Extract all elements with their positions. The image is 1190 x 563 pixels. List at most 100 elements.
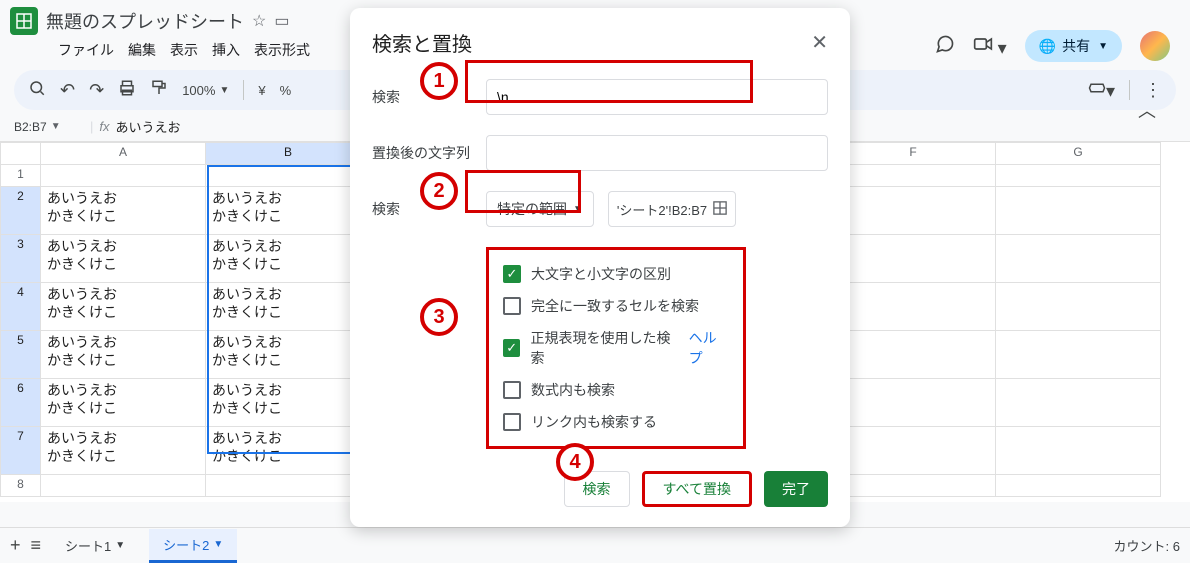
help-link[interactable]: ヘルプ [689,328,729,368]
menu-file[interactable]: ファイル [58,40,114,60]
formula-bar[interactable]: あいうえお [116,117,181,136]
row-header[interactable]: 6 [1,379,41,427]
cell[interactable] [831,379,996,427]
cell[interactable] [996,379,1161,427]
paint-format-icon[interactable] [150,79,168,102]
all-sheets-button[interactable]: ≡ [31,535,42,556]
menu-edit[interactable]: 編集 [128,40,156,60]
cell[interactable] [41,165,206,187]
cell[interactable]: あいうえお かきくけこ [206,379,371,427]
cell[interactable] [206,475,371,497]
cell[interactable] [996,331,1161,379]
cell[interactable] [996,187,1161,235]
redo-icon[interactable]: ↷ [89,80,104,101]
row-header[interactable]: 1 [1,165,41,187]
meet-icon[interactable]: ▾ [973,34,1007,59]
row-header[interactable]: 3 [1,235,41,283]
cell[interactable] [996,475,1161,497]
name-box[interactable]: B2:B7▼ [14,120,84,134]
cell[interactable] [41,475,206,497]
currency-format[interactable]: ¥ [258,83,265,98]
row-header[interactable]: 2 [1,187,41,235]
menu-insert[interactable]: 挿入 [212,40,240,60]
menu-view[interactable]: 表示 [170,40,198,60]
cell[interactable] [831,283,996,331]
option-label: 数式内も検索 [531,380,615,400]
range-input[interactable]: 'シート2'!B2:B7 [608,191,736,227]
col-header-a[interactable]: A [41,143,206,165]
find-input[interactable] [486,79,828,115]
cell[interactable] [831,475,996,497]
sheets-logo-icon [10,7,38,35]
comment-history-icon[interactable] [935,34,955,59]
globe-icon: 🌐 [1039,38,1056,55]
row-header[interactable]: 4 [1,283,41,331]
cell[interactable]: あいうえお かきくけこ [206,283,371,331]
done-button[interactable]: 完了 [764,471,828,507]
replace-all-button[interactable]: すべて置換 [642,471,752,507]
document-title[interactable]: 無題のスプレッドシート [46,8,244,34]
star-icon[interactable]: ☆ [252,11,266,31]
option-row: ✓ 大文字と小文字の区別 [503,258,729,290]
col-header-g[interactable]: G [996,143,1161,165]
close-icon[interactable]: ✕ [811,30,828,55]
checkbox[interactable] [503,381,521,399]
print-icon[interactable] [118,79,136,102]
checkbox[interactable] [503,297,521,315]
cell[interactable] [996,283,1161,331]
cell[interactable] [996,427,1161,475]
move-folder-icon[interactable]: ▭ [274,11,289,31]
row-header[interactable]: 7 [1,427,41,475]
zoom-select[interactable]: 100% ▼ [182,83,229,98]
grid-select-icon[interactable] [713,201,727,218]
option-row: 完全に一致するセルを検索 [503,290,729,322]
add-sheet-button[interactable]: + [10,535,21,556]
undo-icon[interactable]: ↶ [60,80,75,101]
sheet-tab-1[interactable]: シート1 ▼ [51,530,139,561]
cell[interactable] [831,235,996,283]
cell[interactable]: あいうえお かきくけこ [206,187,371,235]
cell[interactable] [831,187,996,235]
insert-chip-icon[interactable]: ▾ [1088,79,1115,102]
cell[interactable]: あいうえお かきくけこ [41,379,206,427]
replace-input[interactable] [486,135,828,171]
search-menu-icon[interactable] [28,79,46,102]
row-header[interactable]: 8 [1,475,41,497]
row-header[interactable]: 5 [1,331,41,379]
cell[interactable]: あいうえお かきくけこ [41,427,206,475]
account-avatar[interactable] [1140,31,1170,61]
cell[interactable] [831,427,996,475]
checkbox[interactable] [503,413,521,431]
option-row: リンク内も検索する [503,406,729,438]
cell[interactable] [831,165,996,187]
cell[interactable]: あいうえお かきくけこ [206,331,371,379]
cell[interactable]: あいうえお かきくけこ [41,235,206,283]
col-header-f[interactable]: F [831,143,996,165]
share-button[interactable]: 🌐 共有 ▼ [1025,30,1122,62]
collapse-toolbar-icon[interactable]: ︿ [1138,97,1156,123]
cell[interactable]: あいうえお かきくけこ [41,331,206,379]
options-group: ✓ 大文字と小文字の区別完全に一致するセルを検索✓正規表現を使用した検索ヘルプ数式… [486,247,746,449]
cell[interactable] [831,331,996,379]
cell[interactable]: あいうえお かきくけこ [206,427,371,475]
cell[interactable]: あいうえお かきくけこ [206,235,371,283]
cell[interactable] [996,165,1161,187]
chevron-down-icon[interactable]: ▼ [1098,41,1108,52]
cell[interactable] [996,235,1161,283]
cell[interactable]: あいうえお かきくけこ [41,283,206,331]
menu-format[interactable]: 表示形式 [254,40,310,60]
sheet-tab-2[interactable]: シート2 ▼ [149,529,237,563]
checkbox[interactable]: ✓ [503,339,520,357]
cell[interactable] [206,165,371,187]
selection-count[interactable]: カウント: 6 [1114,536,1180,555]
option-row: ✓正規表現を使用した検索ヘルプ [503,322,729,374]
cell[interactable]: あいうえお かきくけこ [41,187,206,235]
select-all-cell[interactable] [1,143,41,165]
checkbox[interactable]: ✓ [503,265,521,283]
percent-format[interactable]: % [280,83,292,98]
annotation-4: 4 [556,443,594,481]
scope-select[interactable]: 特定の範囲▼ [486,191,594,227]
option-label: 大文字と小文字の区別 [531,264,671,284]
find-replace-dialog: 検索と置換 ✕ 検索 置換後の文字列 検索 特定の範囲▼ 'シート2'!B2:B… [350,8,850,527]
col-header-b[interactable]: B [206,143,371,165]
